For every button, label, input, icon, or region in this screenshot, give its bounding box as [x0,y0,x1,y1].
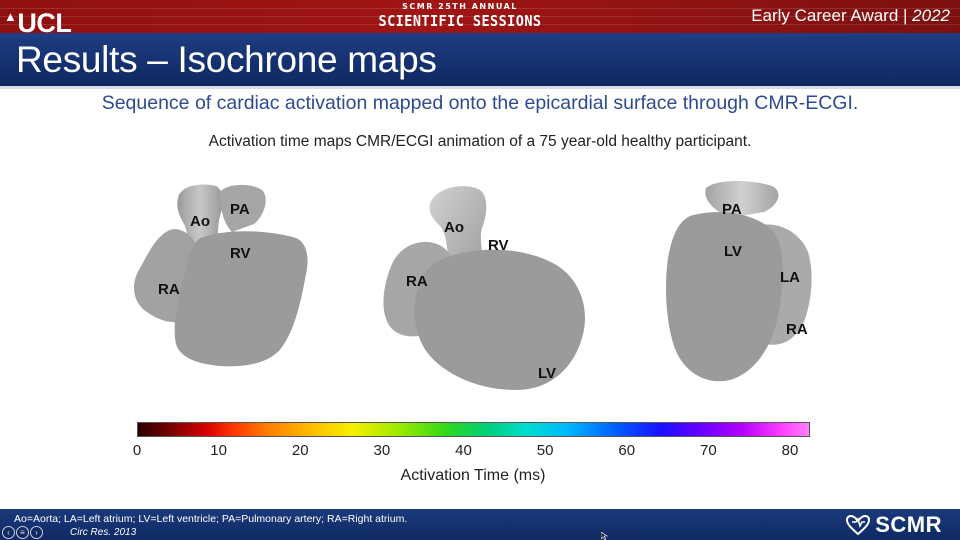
colorbar-tick-label: 60 [618,442,636,459]
award-text: Early Career Award | [751,6,908,25]
heart-posterior-view: PA LV LA RA [660,176,830,396]
slide-navigation[interactable]: ‹ ≡ › [2,526,43,539]
colorbar-tick-label: 30 [373,442,391,459]
nav-prev-icon[interactable]: ‹ [2,526,15,539]
title-bar: Results – Isochrone maps [0,33,960,89]
ucl-logo-text: UCL [17,8,72,33]
event-line1: SCMR 25TH ANNUAL [402,2,518,11]
colorbar-ticks: 0 10 20 30 40 50 60 70 80 [0,442,960,462]
heart3-label-la: LA [780,269,800,286]
heart1-label-ra: RA [158,281,180,298]
heart2-label-ao: Ao [444,219,464,236]
colorbar-tick-label: 50 [536,442,554,459]
heart3-label-lv: LV [724,243,742,260]
award-year: 2022 [912,6,950,25]
event-logo: SCMR 25TH ANNUAL SCIENTIFIC SESSIONS [330,2,590,30]
top-banner: ▲UCL SCMR 25TH ANNUAL SCIENTIFIC SESSION… [0,0,960,33]
colorbar-tick-label: 0 [132,442,142,459]
figure-caption: Activation time maps CMR/ECGI animation … [208,133,752,150]
heart3-label-ra: RA [786,321,808,338]
heart1-label-pa: PA [230,201,250,218]
heart2-label-ra: RA [406,273,428,290]
mouse-pointer-icon [601,532,608,540]
ucl-dome-icon: ▲ [4,9,17,24]
abbreviations-footnote: Ao=Aorta; LA=Left atrium; LV=Left ventri… [14,513,408,525]
colorbar-tick-label: 40 [455,442,472,459]
nav-menu-icon[interactable]: ≡ [16,526,29,539]
scmr-heart-logo-icon [846,515,871,536]
heart2-label-rv: RV [488,237,509,254]
scmr-logo-text: SCMR [875,512,942,537]
heart1-label-ao: Ao [190,213,210,230]
colorbar-tick-label: 70 [700,442,717,459]
colorbar-tick-label: 80 [781,442,799,459]
heart2-label-lv: LV [538,365,556,382]
colorbar-tick-label: 10 [210,442,227,459]
nav-next-icon[interactable]: › [30,526,43,539]
heart-anterior-view: PA Ao RV RA [128,176,328,376]
heart3-label-pa: PA [722,201,742,218]
colorbar-tick-label: 20 [291,442,309,459]
heart-oblique-view: Ao RV RA LV [376,176,616,396]
heart1-label-rv: RV [230,245,251,262]
slide-title: Results – Isochrone maps [16,39,437,80]
scmr-logo: SCMR [845,512,942,538]
footer-bar: Ao=Aorta; LA=Left atrium; LV=Left ventri… [0,509,960,540]
award-label: Early Career Award | 2022 [751,6,950,26]
colorbar-label: Activation Time (ms) [400,467,546,484]
slide-subtitle: Sequence of cardiac activation mapped on… [101,92,859,114]
left-ventricle-shape [666,212,783,382]
event-line2: SCIENTIFIC SESSIONS [378,12,542,30]
left-ventricle-shape [414,249,585,390]
reference-citation: Circ Res. 2013 [70,527,137,538]
activation-time-colorbar [137,422,810,437]
ucl-logo: ▲UCL [4,1,72,33]
